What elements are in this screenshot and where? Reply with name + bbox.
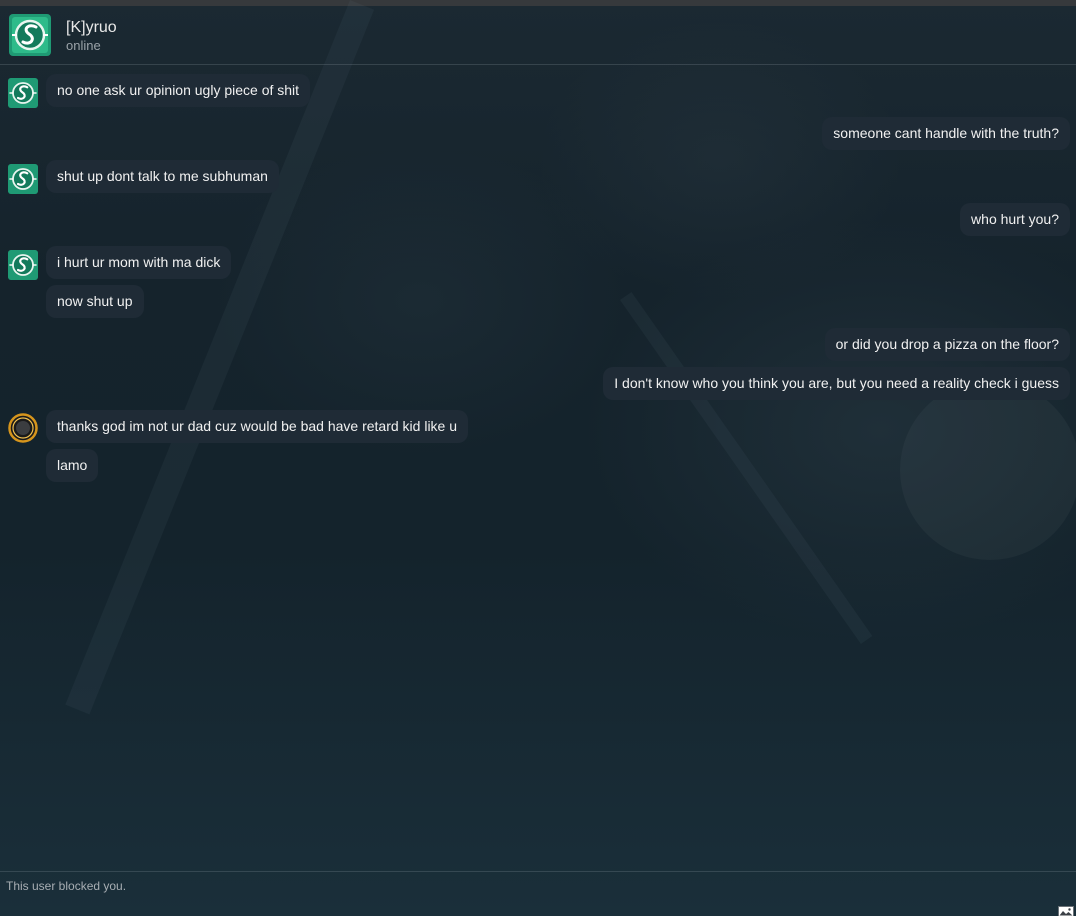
summoner-emblem-icon[interactable] bbox=[9, 14, 51, 56]
message-bubble-sent: someone cant handle with the truth? bbox=[822, 117, 1070, 150]
message-bubble-received: i hurt ur mom with ma dick bbox=[46, 246, 232, 279]
background-art bbox=[900, 380, 1076, 560]
ring-emblem-icon[interactable] bbox=[8, 413, 38, 443]
message-bubble-sent: who hurt you? bbox=[960, 203, 1070, 236]
message-bubble-received: thanks god im not ur dad cuz would be ba… bbox=[46, 410, 469, 443]
chat-header: [K]yruo online bbox=[0, 6, 1076, 65]
image-icon[interactable] bbox=[1058, 906, 1074, 916]
message-bubble-sent: or did you drop a pizza on the floor? bbox=[824, 328, 1070, 361]
message-bubble-received: lamo bbox=[46, 449, 99, 482]
background-art bbox=[65, 0, 375, 715]
message-bubble-received: shut up dont talk to me subhuman bbox=[46, 160, 279, 193]
message-bubble-received: now shut up bbox=[46, 285, 144, 318]
message-bubble-received: no one ask ur opinion ugly piece of shit bbox=[46, 74, 311, 107]
blocked-notice: This user blocked you. bbox=[6, 879, 127, 893]
contact-status: online bbox=[66, 38, 101, 53]
chat-window: [K]yruo online no one ask ur opinion ugl… bbox=[0, 0, 1076, 916]
message-bubble-sent: I don't know who you think you are, but … bbox=[603, 367, 1070, 400]
summoner-emblem-icon[interactable] bbox=[8, 78, 38, 108]
contact-name: [K]yruo bbox=[66, 19, 117, 36]
chat-footer: This user blocked you. bbox=[0, 871, 1076, 916]
summoner-emblem-icon[interactable] bbox=[8, 250, 38, 280]
summoner-emblem-icon[interactable] bbox=[8, 164, 38, 194]
